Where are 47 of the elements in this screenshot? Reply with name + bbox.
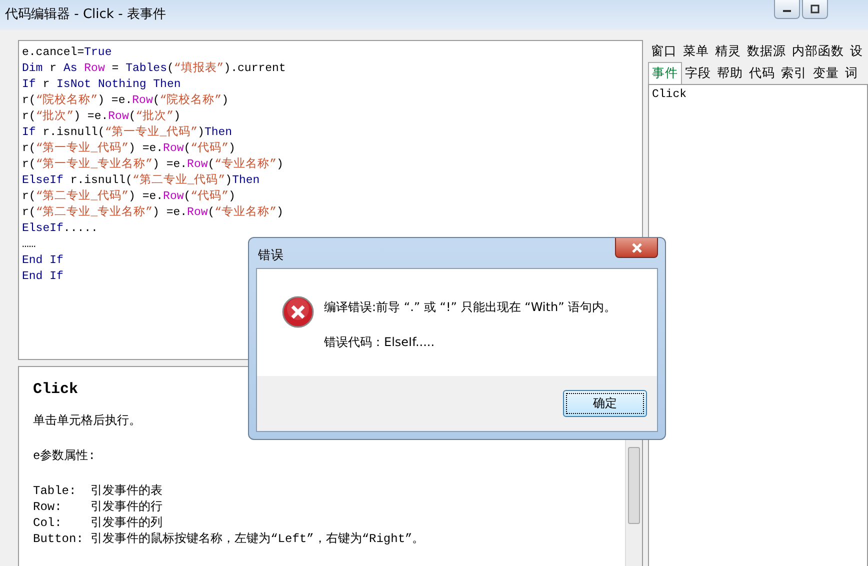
code-line: r(“第二专业_专业名称”) =e.Row(“专业名称”) bbox=[22, 205, 284, 221]
error-icon bbox=[282, 296, 314, 328]
code-line: End If bbox=[22, 269, 64, 285]
tab[interactable]: 索引 bbox=[778, 63, 810, 84]
code-line: Dim r As Row = Tables(“填报表”).current bbox=[22, 61, 286, 77]
close-button[interactable] bbox=[615, 238, 658, 258]
tab[interactable]: 事件 bbox=[648, 62, 682, 84]
help-text: Col: 引发事件的列 bbox=[33, 515, 163, 531]
code-line: If r IsNot Nothing Then bbox=[22, 77, 181, 93]
code-line: ElseIf..... bbox=[22, 221, 98, 237]
tab[interactable]: 数据源 bbox=[744, 41, 789, 62]
help-text: Row: 引发事件的行 bbox=[33, 499, 163, 515]
tab[interactable]: 精灵 bbox=[712, 41, 744, 62]
tab[interactable]: 字段 bbox=[682, 63, 714, 84]
tab[interactable]: 帮助 bbox=[714, 63, 746, 84]
help-text: Button: 引发事件的鼠标按键名称，左键为“Left”，右键为“Right”。 bbox=[33, 531, 424, 547]
code-line: If r.isnull(“第一专业_代码”)Then bbox=[22, 125, 232, 141]
tab[interactable]: 代码 bbox=[746, 63, 778, 84]
tab[interactable]: 菜单 bbox=[680, 41, 712, 62]
code-line: e.cancel=True bbox=[22, 45, 112, 61]
maximize-button[interactable] bbox=[802, 0, 828, 19]
tab[interactable]: 词 bbox=[842, 63, 861, 84]
code-line: r(“批次”) =e.Row(“批次”) bbox=[22, 109, 180, 125]
code-line: ElseIf r.isnull(“第二专业_代码”)Then bbox=[22, 173, 260, 189]
window-title: 代码编辑器 - Click - 表事件 bbox=[4, 6, 166, 23]
minimize-button[interactable] bbox=[774, 0, 800, 19]
code-line: …… bbox=[22, 237, 36, 253]
dialog-title: 错误 bbox=[257, 246, 284, 264]
tab[interactable]: 内部函数 bbox=[789, 41, 847, 62]
code-line: r(“第一专业_代码”) =e.Row(“代码”) bbox=[22, 141, 236, 157]
help-title: Click bbox=[33, 381, 78, 398]
error-detail: 错误代码：ElseIf..... bbox=[324, 334, 435, 351]
error-message: 编译错误:前导 “.” 或 “!” 只能出现在 “With” 语句内。 bbox=[324, 299, 616, 316]
list-item[interactable]: Click bbox=[652, 88, 687, 101]
ok-button[interactable]: 确定 bbox=[563, 390, 647, 417]
code-line: End If bbox=[22, 253, 64, 269]
tab[interactable]: 窗口 bbox=[648, 41, 680, 62]
code-line: r(“第一专业_专业名称”) =e.Row(“专业名称”) bbox=[22, 157, 284, 173]
code-line: r(“院校名称”) =e.Row(“院校名称”) bbox=[22, 93, 228, 109]
tab[interactable]: 设 bbox=[847, 41, 866, 62]
close-icon bbox=[630, 242, 644, 254]
tab[interactable]: 变量 bbox=[810, 63, 842, 84]
maximize-icon bbox=[809, 4, 821, 14]
help-text: Table: 引发事件的表 bbox=[33, 483, 163, 499]
help-text: 单击单元格后执行。 bbox=[33, 413, 141, 429]
help-text: e参数属性: bbox=[33, 448, 96, 464]
code-line: r(“第二专业_代码”) =e.Row(“代码”) bbox=[22, 189, 236, 205]
